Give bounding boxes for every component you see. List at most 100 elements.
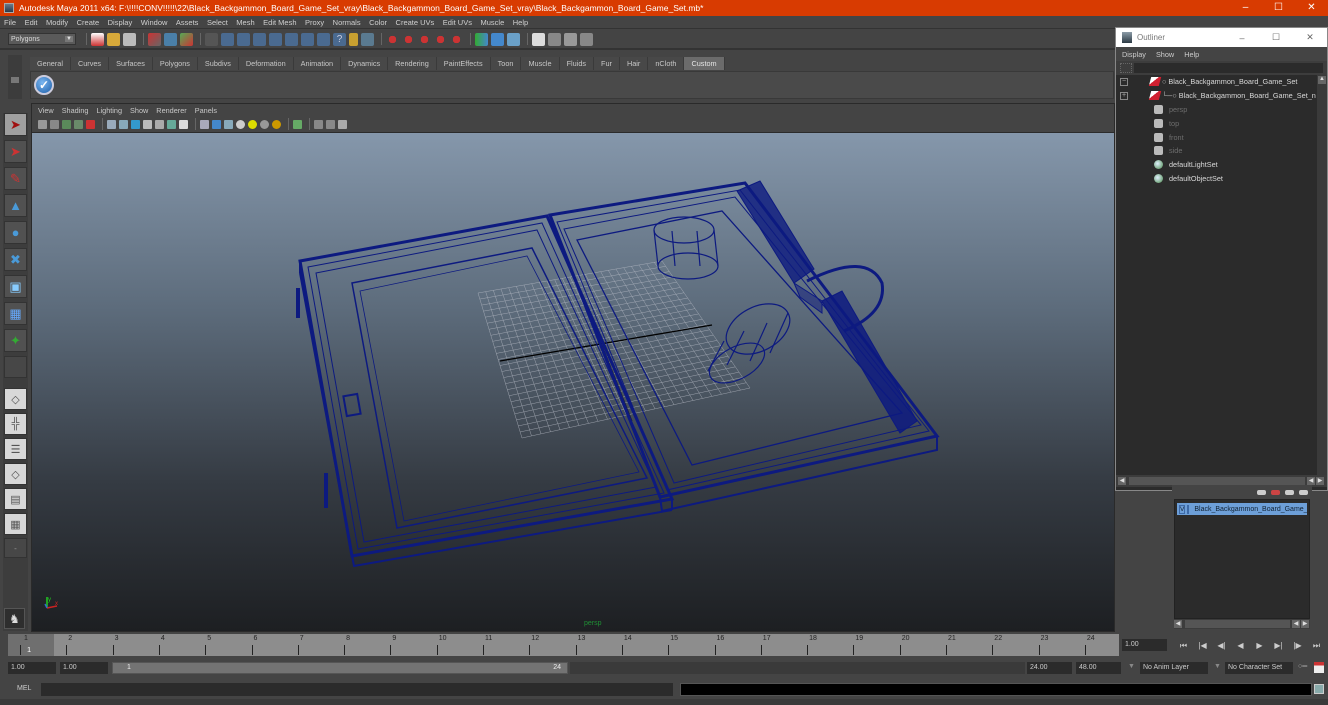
scroll-right-icon[interactable]: ▶ — [1316, 477, 1324, 485]
snap-curve-icon[interactable] — [402, 32, 415, 46]
scale-tool[interactable]: ✖ — [4, 248, 27, 271]
menu-create[interactable]: Create — [77, 18, 100, 27]
hypershade-persp-layout[interactable]: ▤ — [4, 488, 27, 510]
make-live-icon[interactable] — [450, 32, 463, 46]
default-light-icon[interactable] — [248, 119, 257, 129]
xray-icon[interactable] — [200, 119, 209, 129]
preferences-icon[interactable] — [1314, 662, 1324, 673]
lock-icon[interactable] — [349, 32, 358, 46]
shelf-tab-dynamics[interactable]: Dynamics — [341, 57, 389, 70]
help-icon[interactable]: ? — [333, 32, 346, 46]
outliner-search-input[interactable] — [1134, 63, 1323, 73]
new-layer-icon[interactable] — [1285, 489, 1294, 495]
panel-menu-show[interactable]: Show — [130, 106, 148, 115]
anim-layer-dropdown[interactable]: No Anim Layer — [1140, 662, 1208, 674]
outliner-close-button[interactable]: ✕ — [1293, 32, 1327, 43]
scroll-up-icon[interactable]: ▲ — [1318, 76, 1326, 84]
persp-graph-hypergraph-layout[interactable]: ▦ — [4, 513, 27, 535]
command-language-label[interactable]: MEL — [17, 685, 31, 692]
shelf-tab-general[interactable]: General — [30, 57, 71, 70]
shelf-tab-fur[interactable]: Fur — [594, 57, 620, 70]
four-view-layout[interactable]: ╬ — [4, 413, 27, 435]
outliner-maximize-button[interactable]: ☐ — [1259, 32, 1293, 43]
shelf-tab-painteffects[interactable]: PaintEffects — [436, 57, 491, 70]
wireframe-icon[interactable] — [107, 119, 116, 129]
menu-display[interactable]: Display — [108, 18, 133, 27]
step-back-frame-icon[interactable]: ◀| — [1212, 639, 1231, 652]
outliner-item[interactable]: + └─○ Black_Backgammon_Board_Game_Set_n — [1116, 89, 1327, 103]
animation-start-field[interactable]: 1.00 — [8, 662, 56, 674]
shelf-grip[interactable] — [11, 77, 19, 83]
outliner-item[interactable]: defaultLightSet — [1116, 158, 1327, 172]
viewport-3d[interactable]: y x persp — [32, 133, 1114, 631]
go-to-start-icon[interactable]: ⏮ — [1174, 639, 1193, 652]
outliner-menu-show[interactable]: Show — [1156, 50, 1174, 59]
close-button[interactable]: ✕ — [1295, 0, 1328, 16]
scroll-track[interactable] — [1185, 620, 1290, 628]
snap-point-icon[interactable] — [418, 32, 431, 46]
outliner-menu-help[interactable]: Help — [1184, 50, 1199, 59]
shelf-tab-custom[interactable]: Custom — [684, 57, 725, 70]
xray-joints-icon[interactable] — [212, 119, 221, 129]
layer-visibility-toggle[interactable]: V — [1179, 504, 1186, 514]
image-plane-icon[interactable] — [74, 119, 83, 129]
lights-icon[interactable] — [167, 119, 176, 129]
film-gate-icon[interactable] — [314, 119, 323, 129]
shelf-tab-hair[interactable]: Hair — [619, 57, 649, 70]
layer-horizontal-scrollbar[interactable]: ◀ ◀ ▶ — [1174, 619, 1310, 629]
panel-menu-lighting[interactable]: Lighting — [96, 106, 122, 115]
save-scene-icon[interactable] — [123, 32, 136, 46]
panel-menu-renderer[interactable]: Renderer — [156, 106, 186, 115]
soft-mod-tool[interactable]: ▦ — [4, 302, 27, 325]
particle-icon[interactable] — [301, 32, 314, 46]
rotate-tool[interactable]: ● — [4, 221, 27, 244]
use-default-material-icon[interactable] — [236, 119, 245, 129]
curve-icon[interactable] — [253, 32, 266, 46]
outliner-item[interactable]: side — [1116, 144, 1327, 158]
layout-menu[interactable]: - — [4, 538, 27, 558]
maya-logo-icon[interactable]: ♞ — [4, 608, 25, 629]
select-highlight-icon[interactable] — [361, 32, 374, 46]
minimize-button[interactable]: – — [1229, 0, 1262, 16]
current-time-field[interactable]: 1.00 — [1122, 639, 1167, 651]
persp-graph-layout[interactable]: ◇ — [4, 463, 27, 485]
range-slider-start[interactable]: 1 — [127, 664, 131, 671]
menu-file[interactable]: File — [4, 18, 16, 27]
scroll-left-end-icon[interactable]: ◀ — [1307, 477, 1315, 485]
outliner-item[interactable]: front — [1116, 130, 1327, 144]
high-quality-icon[interactable] — [293, 119, 302, 129]
chevron-down-icon[interactable]: ▼ — [1128, 663, 1135, 670]
scroll-left-icon[interactable]: ◀ — [1174, 620, 1182, 628]
isolate-icon[interactable] — [224, 119, 233, 129]
render-settings-icon[interactable] — [580, 32, 593, 46]
menu-edit-mesh[interactable]: Edit Mesh — [263, 18, 296, 27]
panel-menu-view[interactable]: View — [38, 106, 54, 115]
render-view-icon[interactable] — [532, 32, 545, 46]
collapse-icon[interactable]: − — [1120, 77, 1128, 86]
scroll-right-icon[interactable]: ▶ — [1301, 620, 1309, 628]
layer-delete-icon[interactable] — [1271, 489, 1280, 495]
lasso-tool[interactable]: ➤ — [4, 140, 27, 163]
new-scene-icon[interactable] — [91, 32, 104, 46]
move-tool[interactable]: ▲ — [4, 194, 27, 217]
surface-icon[interactable] — [269, 32, 282, 46]
checkmark-script-icon[interactable]: ✓ — [34, 75, 54, 95]
outliner-item[interactable]: persp — [1116, 103, 1327, 117]
chevron-down-icon[interactable]: ▼ — [1214, 663, 1221, 670]
play-backward-icon[interactable]: ◀ — [1231, 639, 1250, 652]
layer-move-up-icon[interactable] — [1257, 489, 1266, 495]
outliner-item[interactable]: − ○ Black_Backgammon_Board_Game_Set — [1116, 75, 1327, 89]
layer-playback-toggle[interactable] — [1187, 504, 1190, 514]
select-by-hierarchy-icon[interactable] — [148, 32, 161, 46]
menu-color[interactable]: Color — [369, 18, 387, 27]
maximize-button[interactable]: ☐ — [1262, 0, 1295, 16]
select-tool[interactable]: ➤ — [4, 113, 27, 136]
panel-menu-shading[interactable]: Shading — [62, 106, 89, 115]
shelf-tab-polygons[interactable]: Polygons — [152, 57, 198, 70]
filter-options-icon[interactable] — [1120, 63, 1132, 73]
shelf-tab-curves[interactable]: Curves — [70, 57, 110, 70]
panel-menu-panels[interactable]: Panels — [195, 106, 217, 115]
menu-help[interactable]: Help — [513, 18, 528, 27]
snap-grid-icon[interactable] — [386, 32, 399, 46]
construction-history-icon[interactable] — [507, 32, 520, 46]
